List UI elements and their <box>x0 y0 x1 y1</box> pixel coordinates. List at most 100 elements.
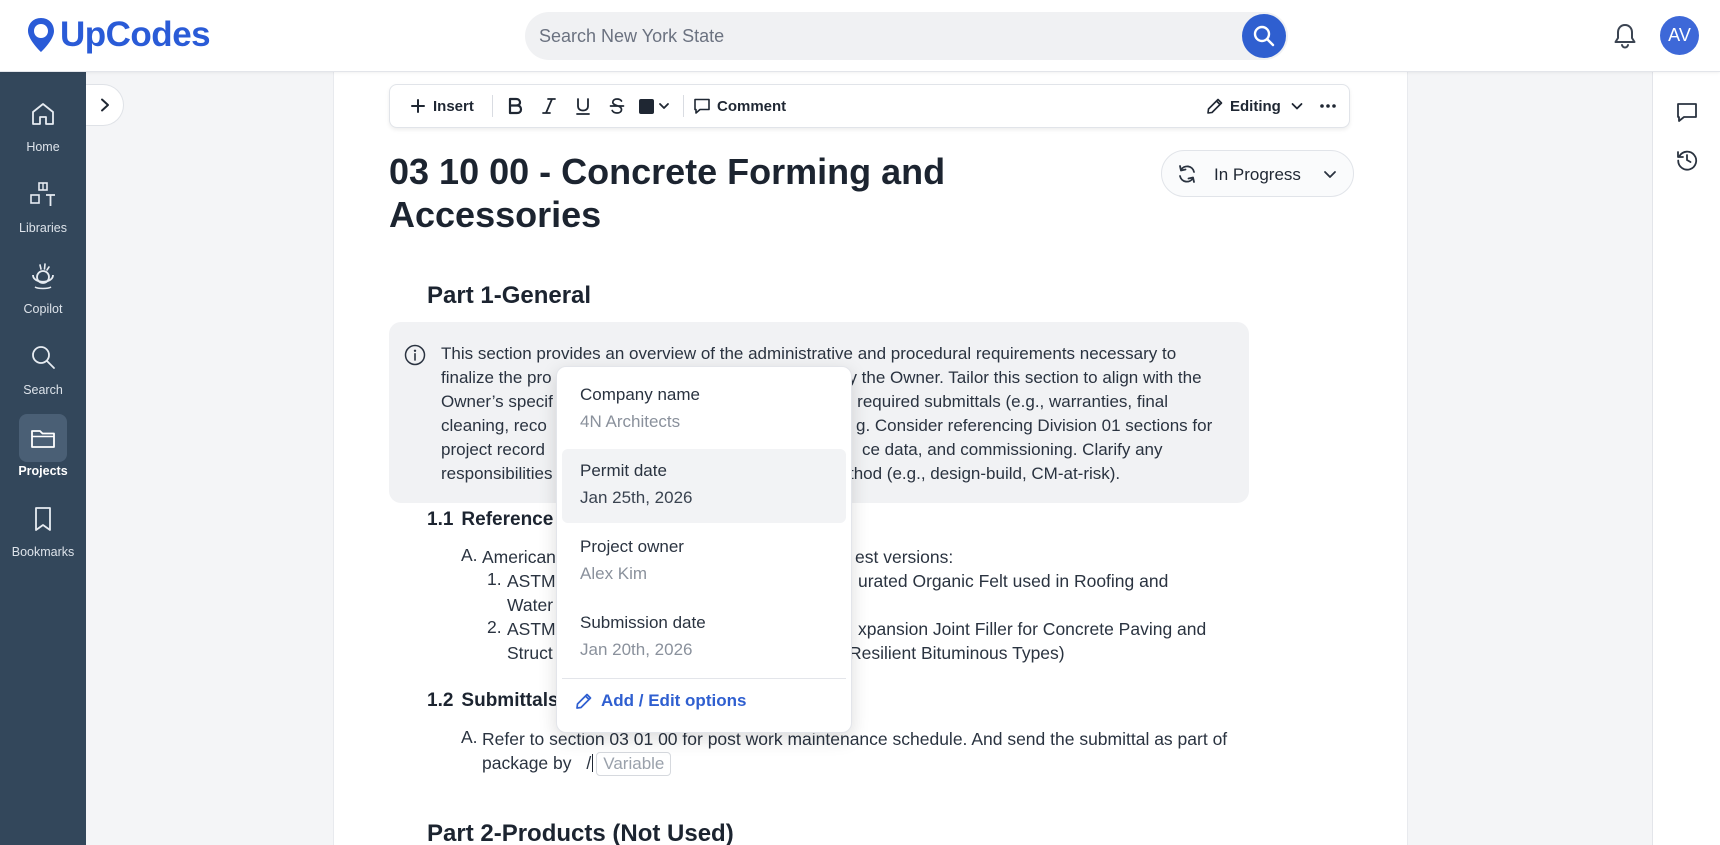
strikethrough-button[interactable] <box>605 85 629 127</box>
italic-icon <box>542 98 556 114</box>
search-icon <box>32 346 55 369</box>
sidebar-item-label: Projects <box>18 464 68 478</box>
sidebar-item-home[interactable]: Home <box>0 90 86 166</box>
toolbar-divider <box>683 95 684 117</box>
strikethrough-icon <box>609 98 625 114</box>
list-marker: 1. <box>487 569 502 589</box>
notification-bell-icon[interactable] <box>1612 22 1638 50</box>
variable-input-group[interactable]: / Variable <box>580 752 672 776</box>
sidebar-item-copilot[interactable]: Copilot <box>0 252 86 328</box>
section-title: Submittals <box>461 690 559 711</box>
search-bar <box>525 12 1288 60</box>
search-input[interactable] <box>539 12 1219 60</box>
insert-button[interactable]: Insert <box>410 85 474 127</box>
variable-option-company-name[interactable]: Company name 4N Architects <box>562 373 846 447</box>
history-icon[interactable] <box>1675 148 1699 172</box>
logo-text: UpCodes <box>60 15 211 54</box>
sidebar-item-bookmarks[interactable]: Bookmarks <box>0 495 86 571</box>
info-icon <box>404 344 426 366</box>
list-marker: 2. <box>487 617 502 637</box>
more-options-button[interactable] <box>1318 85 1338 127</box>
more-horizontal-icon <box>1320 104 1336 108</box>
section-title: Reference <box>461 509 554 530</box>
underline-button[interactable] <box>571 85 595 127</box>
info-line: responsibilities <box>441 464 553 483</box>
list-item-text: urated Organic Felt used in Roofing and <box>858 571 1169 591</box>
search-icon <box>1253 25 1275 47</box>
location-pin-logo-icon <box>28 18 54 52</box>
editing-label: Editing <box>1230 97 1281 115</box>
list-marker: A. <box>461 545 478 565</box>
option-name: Company name <box>580 385 701 404</box>
sidebar-nav: Home Libraries Copilot Search Projects B… <box>0 72 86 845</box>
pencil-icon <box>1207 98 1223 114</box>
variable-picker-popup: Company name 4N Architects Permit date J… <box>556 366 852 733</box>
upcodes-logo[interactable]: UpCodes <box>26 15 211 55</box>
editor-toolbar: Insert Comment Editing <box>389 84 1350 128</box>
list-item-text: package by <box>482 753 572 773</box>
status-dropdown[interactable]: In Progress <box>1161 150 1354 197</box>
info-line: ce data, and commissioning. Clarify any <box>862 440 1163 459</box>
italic-button[interactable] <box>537 85 561 127</box>
add-edit-options-button[interactable]: Add / Edit options <box>575 687 746 715</box>
list-item-text: Water <box>507 595 554 615</box>
sidebar-item-search[interactable]: Search <box>0 333 86 409</box>
text-color-button[interactable] <box>639 85 675 127</box>
list-item-text: xpansion Joint Filler for Concrete Pavin… <box>858 619 1207 639</box>
chevron-right-icon <box>100 98 109 112</box>
variable-option-permit-date[interactable]: Permit date Jan 25th, 2026 <box>562 449 846 523</box>
text-cursor <box>592 754 594 772</box>
info-line: project record <box>441 440 545 459</box>
pencil-icon <box>576 693 592 709</box>
document-title[interactable]: 03 10 00 - Concrete Forming and Accessor… <box>389 150 1029 236</box>
bold-icon <box>508 97 523 115</box>
list-item-text: American <box>482 547 556 567</box>
section-1-1-heading: 1.1 Reference <box>427 509 553 531</box>
info-line: finalize the pro <box>441 368 552 387</box>
popup-divider <box>562 678 846 679</box>
add-edit-options-label: Add / Edit options <box>601 691 747 710</box>
info-line: thod (e.g., design-build, CM-at-risk). <box>849 464 1121 483</box>
sidebar-item-libraries[interactable]: Libraries <box>0 171 86 247</box>
option-value: Jan 25th, 2026 <box>580 488 693 507</box>
info-line: by the Owner. Tailor this section to ali… <box>839 368 1202 387</box>
variable-option-project-owner[interactable]: Project owner Alex Kim <box>562 525 846 599</box>
option-value: 4N Architects <box>580 412 681 431</box>
chevron-down-icon <box>659 103 669 109</box>
comment-icon <box>694 98 710 114</box>
info-line: This section provides an overview of the… <box>441 344 1177 363</box>
comment-button[interactable]: Comment <box>693 85 786 127</box>
list-item-text: Resilient Bituminous Types) <box>849 643 1065 663</box>
sidebar-item-label: Home <box>26 140 60 154</box>
top-bar: UpCodes AV <box>0 0 1720 72</box>
list-item-text: ASTM <box>507 571 556 591</box>
info-line: cleaning, reco <box>441 416 547 435</box>
editing-mode-dropdown[interactable]: Editing <box>1206 85 1304 127</box>
comments-icon[interactable] <box>1675 100 1699 124</box>
toolbar-divider <box>492 95 493 117</box>
color-swatch <box>639 98 654 114</box>
sidebar-item-projects[interactable]: Projects <box>0 414 86 490</box>
plus-icon <box>411 99 425 113</box>
sidebar-item-label: Libraries <box>19 221 67 235</box>
bold-button[interactable] <box>503 85 527 127</box>
list-item-line[interactable]: package by / Variable <box>482 751 672 776</box>
section-1-2-heading: 1.2 Submittals <box>427 690 559 712</box>
sidebar-item-label: Bookmarks <box>11 545 75 559</box>
right-rail <box>1652 72 1720 845</box>
user-avatar[interactable]: AV <box>1660 16 1699 55</box>
status-label: In Progress <box>1214 165 1301 184</box>
sidebar-item-label: Search <box>23 383 63 397</box>
variable-placeholder[interactable]: Variable <box>596 752 672 776</box>
info-line: g required submittals (e.g., warranties,… <box>843 392 1169 411</box>
variable-option-submission-date[interactable]: Submission date Jan 20th, 2026 <box>562 601 846 675</box>
list-marker: A. <box>461 727 478 747</box>
part1-heading: Part 1-General <box>427 282 592 309</box>
list-item-text: Struct <box>507 643 553 663</box>
section-number: 1.1 <box>427 509 454 530</box>
sidebar-item-label: Copilot <box>23 302 63 316</box>
search-button[interactable] <box>1242 14 1286 58</box>
underline-icon <box>576 98 590 115</box>
folder-icon <box>31 430 55 448</box>
list-item-text: est versions: <box>855 547 954 567</box>
